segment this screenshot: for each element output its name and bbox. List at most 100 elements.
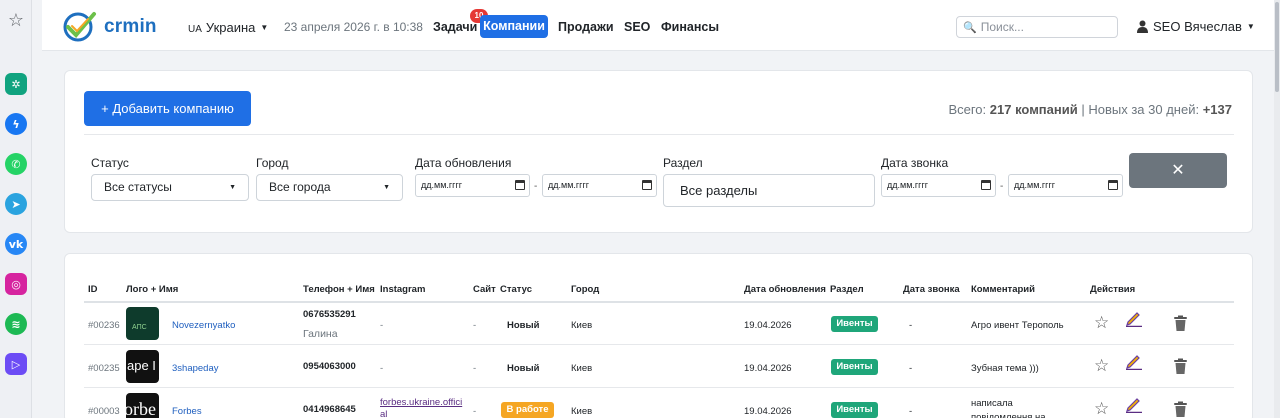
crmin-logo[interactable]: crmin — [58, 8, 158, 44]
row-id: #00236 — [88, 320, 120, 331]
col-instagram[interactable]: Instagram — [380, 284, 425, 295]
company-phone[interactable]: 0414968645 — [303, 404, 356, 415]
updated-from-date[interactable]: дд.мм.гггг — [415, 174, 530, 197]
reset-filters-button[interactable]: ✕ — [1129, 153, 1227, 188]
status-filter-select[interactable]: Все статусы ▼ — [91, 174, 249, 201]
nav-sales[interactable]: Продажи — [558, 20, 614, 34]
search-input[interactable]: 🔍 Поиск... — [956, 16, 1118, 38]
nav-tasks[interactable]: Задачи — [433, 20, 477, 34]
company-name-link[interactable]: 3shapeday — [172, 363, 218, 374]
call-to-date[interactable]: дд.мм.гггг — [1008, 174, 1123, 197]
site-value: - — [473, 406, 477, 417]
section-badge: Ивенты — [831, 402, 878, 418]
trash-icon[interactable] — [1173, 401, 1188, 418]
col-phone[interactable]: Телефон + Имя — [303, 284, 375, 295]
stats-new-label: | Новых за 30 дней: — [1081, 102, 1200, 117]
status-filter-value: Все статусы — [104, 180, 172, 194]
trash-icon[interactable] — [1173, 315, 1188, 332]
instagram-icon[interactable]: ◎ — [5, 273, 27, 295]
favorite-star-icon[interactable]: ☆ — [1094, 356, 1109, 376]
updated-to-date[interactable]: дд.мм.гггг — [542, 174, 657, 197]
company-logo-text: АПС — [132, 324, 147, 331]
edit-pencil-icon[interactable] — [1125, 395, 1143, 413]
brand-name: crmin — [104, 16, 157, 37]
nav-seo[interactable]: SEO — [624, 20, 650, 34]
company-name-link[interactable]: Novezernyatko — [172, 320, 235, 331]
col-id[interactable]: ID — [88, 284, 98, 295]
favorite-star-icon[interactable]: ☆ — [1094, 313, 1109, 333]
trash-icon[interactable] — [1173, 358, 1188, 375]
current-datetime: 23 апреля 2026 г. в 10:38 — [284, 20, 423, 34]
status-label: Новый — [507, 363, 540, 374]
browser-sidebar: ☆ ✲ ϟ ✆ ➤ vk ◎ ≋ ▷ — [0, 0, 32, 418]
table-header-divider — [84, 301, 1234, 303]
caret-down-icon: ▼ — [229, 184, 236, 191]
instagram-link-text[interactable]: forbes.ukraine.offici al — [380, 397, 462, 418]
site-value: - — [473, 363, 477, 374]
star-icon[interactable]: ☆ — [5, 10, 27, 32]
calendar-icon — [1108, 180, 1118, 190]
row-id: #00235 — [88, 363, 120, 374]
company-logo: АПС — [126, 307, 159, 340]
favorite-star-icon[interactable]: ☆ — [1094, 399, 1109, 418]
city-filter-select[interactable]: Все города ▼ — [256, 174, 403, 201]
call-from-date[interactable]: дд.мм.гггг — [881, 174, 996, 197]
updated-filter-label: Дата обновления — [415, 156, 512, 170]
col-logo-name[interactable]: Лого + Имя — [126, 284, 178, 295]
section-filter-label: Раздел — [663, 156, 703, 170]
chatgpt-icon[interactable]: ✲ — [5, 73, 27, 95]
col-call-date[interactable]: Дата звонка — [903, 284, 960, 295]
divider — [84, 134, 1234, 135]
company-logo: ape I — [126, 350, 159, 383]
messenger-icon[interactable]: ϟ — [5, 113, 27, 135]
top-navbar: crmin UA Украина ▼ 23 апреля 2026 г. в 10:… — [42, 0, 1274, 51]
section-filter-select[interactable]: Все разделы — [663, 174, 875, 207]
telegram-icon[interactable]: ➤ — [5, 193, 27, 215]
country-selector[interactable]: UA Украина ▼ — [188, 20, 268, 35]
nav-finance[interactable]: Финансы — [661, 20, 719, 34]
updated-date: 19.04.2026 — [744, 363, 792, 374]
player-icon[interactable]: ▷ — [5, 353, 27, 375]
caret-down-icon: ▼ — [383, 184, 390, 191]
col-status[interactable]: Статус — [500, 284, 532, 295]
updated-date: 19.04.2026 — [744, 406, 792, 417]
section-badge: Ивенты — [831, 359, 878, 375]
row-divider — [84, 344, 1234, 345]
caret-down-icon: ▼ — [260, 23, 269, 32]
col-comment[interactable]: Комментарий — [971, 284, 1035, 295]
col-updated[interactable]: Дата обновления — [744, 284, 826, 295]
spotify-icon[interactable]: ≋ — [5, 313, 27, 335]
add-company-button[interactable]: + Добавить компанию — [84, 91, 251, 126]
companies-table-card: ID Лого + Имя Телефон + Имя Instagram Са… — [64, 253, 1253, 418]
edit-pencil-icon[interactable] — [1125, 309, 1143, 327]
company-phone[interactable]: 0954063000 — [303, 361, 356, 372]
nav-companies[interactable]: Компании — [480, 15, 548, 38]
scrollbar-thumb[interactable] — [1275, 2, 1279, 92]
instagram-value: - — [380, 320, 384, 331]
call-date-value: - — [909, 320, 913, 331]
city-value: Киев — [571, 406, 593, 417]
date-placeholder: дд.мм.гггг — [548, 180, 590, 190]
col-section[interactable]: Раздел — [830, 284, 864, 295]
stats-new-value: +137 — [1202, 102, 1232, 117]
user-menu[interactable]: SEO Вячеслав ▼ — [1136, 19, 1255, 34]
search-placeholder: Поиск... — [980, 20, 1024, 34]
city-filter-label: Город — [256, 156, 289, 170]
row-id: #00003 — [88, 406, 120, 417]
col-city[interactable]: Город — [571, 284, 599, 295]
page-scrollbar[interactable] — [1274, 0, 1280, 418]
country-name: Украина — [205, 20, 256, 35]
whatsapp-icon[interactable]: ✆ — [5, 153, 27, 175]
close-icon: ✕ — [1171, 162, 1185, 179]
city-filter-value: Все города — [269, 180, 331, 194]
call-date-value: - — [909, 363, 913, 374]
companies-stats: Всего: 217 компаний | Новых за 30 дней: … — [948, 102, 1232, 117]
company-phone[interactable]: 0676535291 — [303, 309, 356, 320]
col-site[interactable]: Сайт — [473, 284, 496, 295]
caret-down-icon: ▼ — [1246, 22, 1255, 31]
instagram-link[interactable]: forbes.ukraine.offici al — [380, 397, 468, 418]
company-name-link[interactable]: Forbes — [172, 406, 202, 417]
vk-icon[interactable]: vk — [5, 233, 27, 255]
edit-pencil-icon[interactable] — [1125, 352, 1143, 370]
calendar-icon — [515, 180, 525, 190]
